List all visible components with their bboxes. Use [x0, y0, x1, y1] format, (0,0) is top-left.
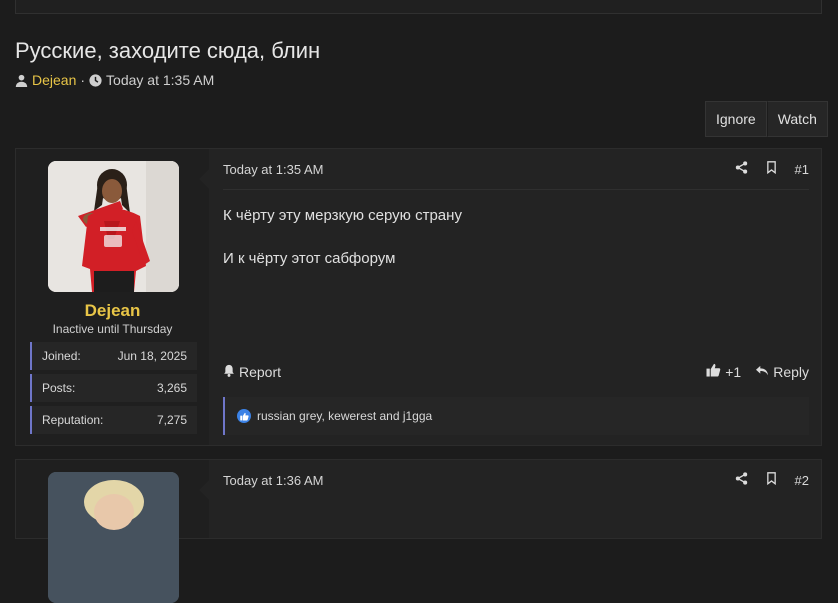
- report-button[interactable]: Report: [223, 364, 281, 380]
- user-stats: Joined: Jun 18, 2025 Posts: 3,265 Reputa…: [30, 342, 197, 438]
- avatar[interactable]: [48, 472, 179, 603]
- reply-button[interactable]: Reply: [755, 364, 809, 380]
- post-2: Today at 1:36 AM #2: [15, 459, 822, 603]
- bookmark-icon[interactable]: [766, 161, 777, 177]
- stat-label: Posts:: [42, 381, 76, 395]
- share-icon[interactable]: [735, 472, 748, 488]
- bookmark-icon[interactable]: [766, 472, 777, 488]
- post-divider: [223, 189, 809, 190]
- thread-author-link[interactable]: Dejean: [32, 72, 76, 88]
- like-count: +1: [725, 363, 742, 380]
- stat-label: Reputation:: [42, 413, 104, 427]
- user-title: Inactive until Thursday: [52, 322, 173, 336]
- share-icon[interactable]: [735, 161, 748, 177]
- stat-value: 3,265: [156, 381, 187, 395]
- post-body: К чёрту эту мерзкую серую страну И к чёр…: [223, 205, 462, 291]
- thread-meta: Dejean · Today at 1:35 AM: [15, 72, 214, 88]
- post-line: И к чёрту этот сабфорум: [223, 250, 396, 267]
- reply-label: Reply: [773, 363, 809, 380]
- post-top-actions: #1: [735, 161, 809, 177]
- user-icon: [15, 74, 28, 87]
- avatar[interactable]: [48, 161, 179, 292]
- reply-icon: [755, 364, 769, 380]
- post-top-actions: #2: [735, 472, 809, 488]
- stat-posts: Posts: 3,265: [30, 374, 197, 402]
- reactions-list[interactable]: russian grey, kewerest and j1gga: [257, 409, 432, 423]
- post-footer: Report +1 Reply: [223, 363, 809, 380]
- post-user-panel: Dejean Inactive until Thursday Joined: J…: [16, 149, 209, 445]
- post-arrow: [199, 169, 209, 189]
- top-banner: [15, 0, 822, 14]
- post-content: Today at 1:35 AM #1 К чёрту эту мерзкую …: [209, 149, 821, 445]
- stat-label: Joined:: [42, 349, 81, 363]
- post-date[interactable]: Today at 1:35 AM: [223, 162, 323, 177]
- post-date[interactable]: Today at 1:36 AM: [223, 473, 323, 488]
- stat-joined: Joined: Jun 18, 2025: [30, 342, 197, 370]
- stat-value: Jun 18, 2025: [117, 349, 187, 363]
- post-content: Today at 1:36 AM #2: [209, 460, 821, 538]
- clock-icon: [89, 73, 102, 87]
- post-user-panel: [16, 460, 209, 603]
- ignore-button[interactable]: Ignore: [705, 101, 767, 137]
- report-label: Report: [239, 363, 282, 380]
- thumbs-up-icon: [706, 363, 721, 380]
- watch-button[interactable]: Watch: [766, 101, 828, 137]
- post-number[interactable]: #1: [795, 162, 809, 177]
- post-username[interactable]: Dejean: [16, 301, 209, 321]
- stat-value: 7,275: [156, 413, 187, 427]
- thread-actions: Ignore Watch: [705, 101, 828, 137]
- like-button[interactable]: +1: [706, 363, 741, 380]
- thread-date[interactable]: Today at 1:35 AM: [106, 72, 214, 88]
- post-1: Dejean Inactive until Thursday Joined: J…: [15, 148, 822, 446]
- like-reaction-icon: [237, 409, 251, 423]
- post-number[interactable]: #2: [795, 473, 809, 488]
- reactions-bar[interactable]: russian grey, kewerest and j1gga: [223, 397, 809, 435]
- post-line: К чёрту эту мерзкую серую страну: [223, 207, 462, 224]
- post-arrow: [199, 480, 209, 500]
- stat-reputation: Reputation: 7,275: [30, 406, 197, 434]
- thread-title: Русские, заходите сюда, блин: [15, 38, 321, 63]
- bell-icon: [223, 364, 235, 380]
- meta-separator: ·: [80, 72, 86, 88]
